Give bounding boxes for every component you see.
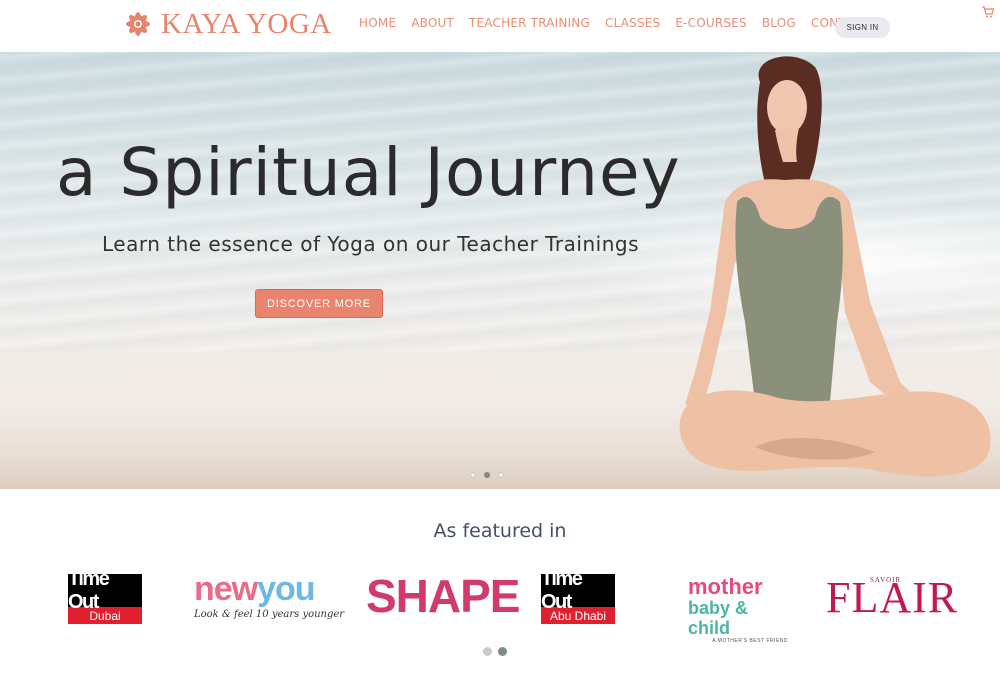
timeout-dubai-logo[interactable]: Time Out Dubai (68, 568, 142, 624)
cart-icon[interactable] (981, 5, 995, 19)
logo-tagline: Look & feel 10 years younger (194, 609, 345, 620)
lotus-icon (126, 12, 150, 36)
hero-subtitle: Learn the essence of Yoga on our Teacher… (102, 232, 639, 256)
brand-logo[interactable]: KAYA YOGA (121, 7, 332, 41)
hero-title: a Spiritual Journey (56, 134, 681, 211)
brand-name: KAYA YOGA (161, 8, 332, 40)
featured-page-dot[interactable] (498, 647, 507, 656)
featured-pagination (483, 647, 507, 656)
site-header: KAYA YOGA HOME ABOUT TEACHER TRAINING CL… (0, 0, 1000, 52)
logo-text: new (194, 570, 258, 608)
logo-text: newyou (194, 572, 344, 606)
logo-text: Time Out (541, 568, 615, 613)
logo-text: mother (688, 574, 763, 599)
timeout-abu-dhabi-logo[interactable]: Time Out Abu Dhabi (541, 568, 615, 624)
main-nav: HOME ABOUT TEACHER TRAINING CLASSES E-CO… (359, 16, 884, 30)
nav-teacher-training[interactable]: TEACHER TRAINING (469, 16, 590, 30)
hero-slide-dot[interactable] (470, 472, 476, 478)
meditating-woman-image (679, 56, 991, 477)
sign-in-button[interactable]: SIGN IN (835, 17, 890, 38)
logo-tagline: A MOTHER'S BEST FRIEND (712, 638, 788, 644)
hero-pagination (470, 472, 504, 478)
discover-more-button[interactable]: DISCOVER MORE (255, 289, 383, 318)
hero-slide-dot[interactable] (498, 472, 504, 478)
mother-baby-child-logo[interactable]: mother baby & child A MOTHER'S BEST FRIE… (688, 574, 788, 645)
logo-text: SAVOIR (870, 576, 902, 584)
savoir-flair-logo[interactable]: SAVOIR FLAIR (826, 570, 966, 626)
logo-text: Abu Dhabi (541, 607, 615, 624)
hero-slide-dot[interactable] (484, 472, 490, 478)
nav-e-courses[interactable]: E-COURSES (675, 16, 746, 30)
shape-logo[interactable]: SHAPE (366, 570, 520, 626)
hero-slider: a Spiritual Journey Learn the essence of… (0, 52, 1000, 489)
newyou-logo[interactable]: newyou Look & feel 10 years younger (194, 572, 344, 628)
press-logos: Time Out Dubai newyou Look & feel 10 yea… (0, 568, 1000, 645)
nav-about[interactable]: ABOUT (411, 16, 454, 30)
nav-classes[interactable]: CLASSES (605, 16, 660, 30)
featured-page-dot[interactable] (483, 647, 492, 656)
logo-text: baby & child (688, 598, 749, 638)
logo-text: Time Out (68, 568, 142, 613)
nav-home[interactable]: HOME (359, 16, 396, 30)
nav-blog[interactable]: BLOG (762, 16, 796, 30)
logo-text: you (257, 570, 315, 608)
featured-heading: As featured in (433, 520, 567, 542)
